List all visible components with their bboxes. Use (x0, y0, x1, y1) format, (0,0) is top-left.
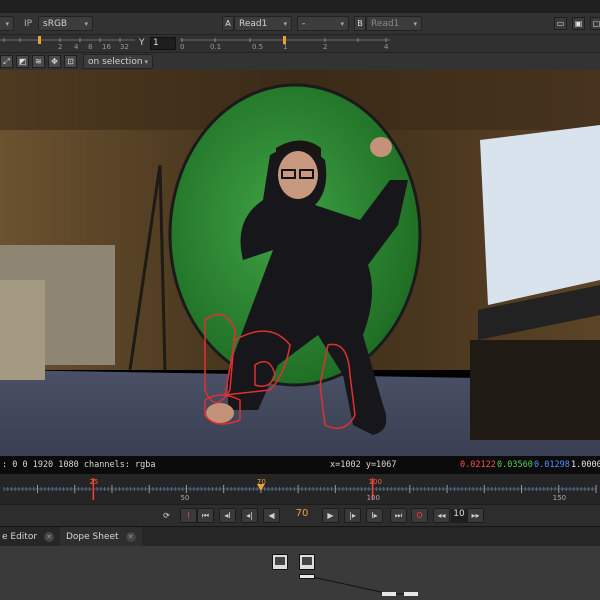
cursor-coords: x=1002 y=1067 (330, 460, 397, 470)
gain-tick-label: 32 (120, 43, 129, 51)
timeline-tick-label: 100 (366, 494, 380, 502)
play-backward-button[interactable]: ◀ (263, 508, 280, 523)
gain-tick-label: 4 (74, 43, 79, 51)
menu-strip (0, 0, 600, 13)
skip-forward-increment-button[interactable]: ▸▸ (467, 508, 484, 523)
node-box[interactable] (382, 592, 396, 596)
current-frame-label: 70 (256, 478, 266, 486)
timeline-ruler[interactable]: 25 70 100 50 100 150 (0, 474, 600, 504)
out-point-label: 100 (368, 478, 382, 486)
gamma-tick-label: 0.1 (210, 43, 222, 51)
blue-value: 0.01298 (534, 460, 570, 470)
transform-icon[interactable]: ✥ (48, 55, 61, 68)
tab-label: e Editor (2, 532, 38, 542)
read-node-thumbnail[interactable] (272, 554, 288, 570)
gamma-label: Y (139, 38, 145, 48)
timeline-tick-label: 50 (180, 494, 190, 502)
fit-icon[interactable]: ⤢ (0, 55, 13, 68)
tab-dope-sheet[interactable]: Dope Sheet ✕ (60, 527, 142, 547)
gain-gamma-row: 2 4 8 16 32 Y 1 0 0.1 0.5 1 2 4 (0, 35, 600, 53)
chevron-down-icon: ▾ (283, 19, 287, 28)
gamma-tick-label: 2 (323, 43, 328, 51)
playback-controls: ⟳ I ⏮ ◂I ◂| ◀ 70 ▶ |▸ I▸ ⏭ O ◂◂ 10 ▸▸ (0, 504, 600, 526)
green-value: 0.03560 (497, 460, 533, 470)
gamma-value-field[interactable]: 1 (150, 37, 176, 50)
overlay-mode-value: on selection (88, 56, 143, 67)
viewer-canvas[interactable] (0, 70, 600, 456)
view-layout-icon[interactable]: ▭ (554, 17, 567, 30)
ip-label[interactable]: IP (24, 19, 32, 29)
compare-operation-dropdown[interactable]: - ▾ (297, 16, 349, 31)
wipe-icon[interactable]: ◩ (16, 55, 29, 68)
read-node-thumbnail[interactable] (299, 554, 315, 570)
chevron-down-icon: ▾ (5, 19, 9, 28)
float-panel-icon[interactable]: ▢ (590, 17, 600, 30)
close-icon[interactable]: ✕ (125, 532, 136, 542)
gain-tick-label: 8 (88, 43, 93, 51)
viewer-image (0, 70, 600, 456)
operation-value: - (302, 18, 306, 29)
in-point-label: 25 (89, 478, 99, 486)
tab-curve-editor[interactable]: e Editor ✕ (0, 527, 60, 547)
colorspace-value: sRGB (43, 18, 68, 29)
gamma-tick-label: 4 (384, 43, 389, 51)
a-input-dropdown[interactable]: Read1 ▾ (234, 16, 292, 31)
increment-field[interactable]: 10 (451, 509, 467, 523)
current-frame-field[interactable]: 70 (288, 508, 316, 523)
viewer-tools-row: ⤢ ◩ ≋ ✥ ⊡ on selection ▾ (0, 53, 600, 70)
play-forward-button[interactable]: ▶ (322, 508, 339, 523)
node-box[interactable] (404, 592, 418, 596)
panel-tabs: e Editor ✕ Dope Sheet ✕ (0, 526, 600, 547)
red-value: 0.02122 (460, 460, 496, 470)
timeline-tick-label: 150 (552, 494, 567, 502)
node-label-box[interactable] (299, 574, 315, 579)
fullscreen-icon[interactable]: ▣ (572, 17, 585, 30)
gain-tick-label: 2 (58, 43, 63, 51)
node-graph[interactable] (0, 546, 600, 600)
gamma-tick-label: 1 (283, 43, 288, 51)
a-input-value: Read1 (239, 18, 268, 29)
gain-tick-label: 16 (102, 43, 111, 51)
first-frame-button[interactable]: ⏮ (197, 508, 214, 523)
prev-keyframe-button[interactable]: ◂I (219, 508, 236, 523)
close-icon[interactable]: ✕ (44, 532, 55, 542)
b-input-dropdown[interactable]: Read1 ▾ (366, 16, 422, 31)
next-keyframe-button[interactable]: I▸ (366, 508, 383, 523)
out-point-button[interactable]: O (411, 508, 428, 523)
chevron-down-icon: ▾ (144, 57, 148, 66)
channel-dropdown[interactable]: ▾ (0, 16, 14, 31)
format-info: : 0 0 1920 1080 channels: rgba (2, 460, 156, 470)
a-input-label: A (222, 16, 234, 31)
gamma-tick-label: 0.5 (252, 43, 264, 51)
chevron-down-icon: ▾ (340, 19, 344, 28)
proxy-icon[interactable]: ≋ (32, 55, 45, 68)
colorspace-dropdown[interactable]: sRGB ▾ (38, 16, 93, 31)
overlay-mode-dropdown[interactable]: on selection ▾ (83, 54, 153, 69)
tab-label: Dope Sheet (66, 532, 119, 542)
chevron-down-icon: ▾ (84, 19, 88, 28)
playback-mode-icon[interactable]: ⟳ (160, 509, 173, 522)
skip-back-increment-button[interactable]: ◂◂ (433, 508, 450, 523)
step-forward-button[interactable]: |▸ (344, 508, 361, 523)
in-point-button[interactable]: I (180, 508, 197, 523)
pixel-info-bar: : 0 0 1920 1080 channels: rgba x=1002 y=… (0, 456, 600, 474)
alpha-value: 1.00000 (571, 460, 600, 470)
last-frame-button[interactable]: ⏭ (390, 508, 407, 523)
roi-icon[interactable]: ⊡ (64, 55, 77, 68)
gamma-tick-label: 0 (180, 43, 185, 51)
b-input-value: Read1 (371, 18, 400, 29)
step-back-button[interactable]: ◂| (241, 508, 258, 523)
b-input-label: B (354, 16, 366, 31)
chevron-down-icon: ▾ (413, 19, 417, 28)
viewer-toolbar: ▾ IP sRGB ▾ A Read1 ▾ - ▾ B Read1 ▾ ▭ ▣ … (0, 13, 600, 35)
